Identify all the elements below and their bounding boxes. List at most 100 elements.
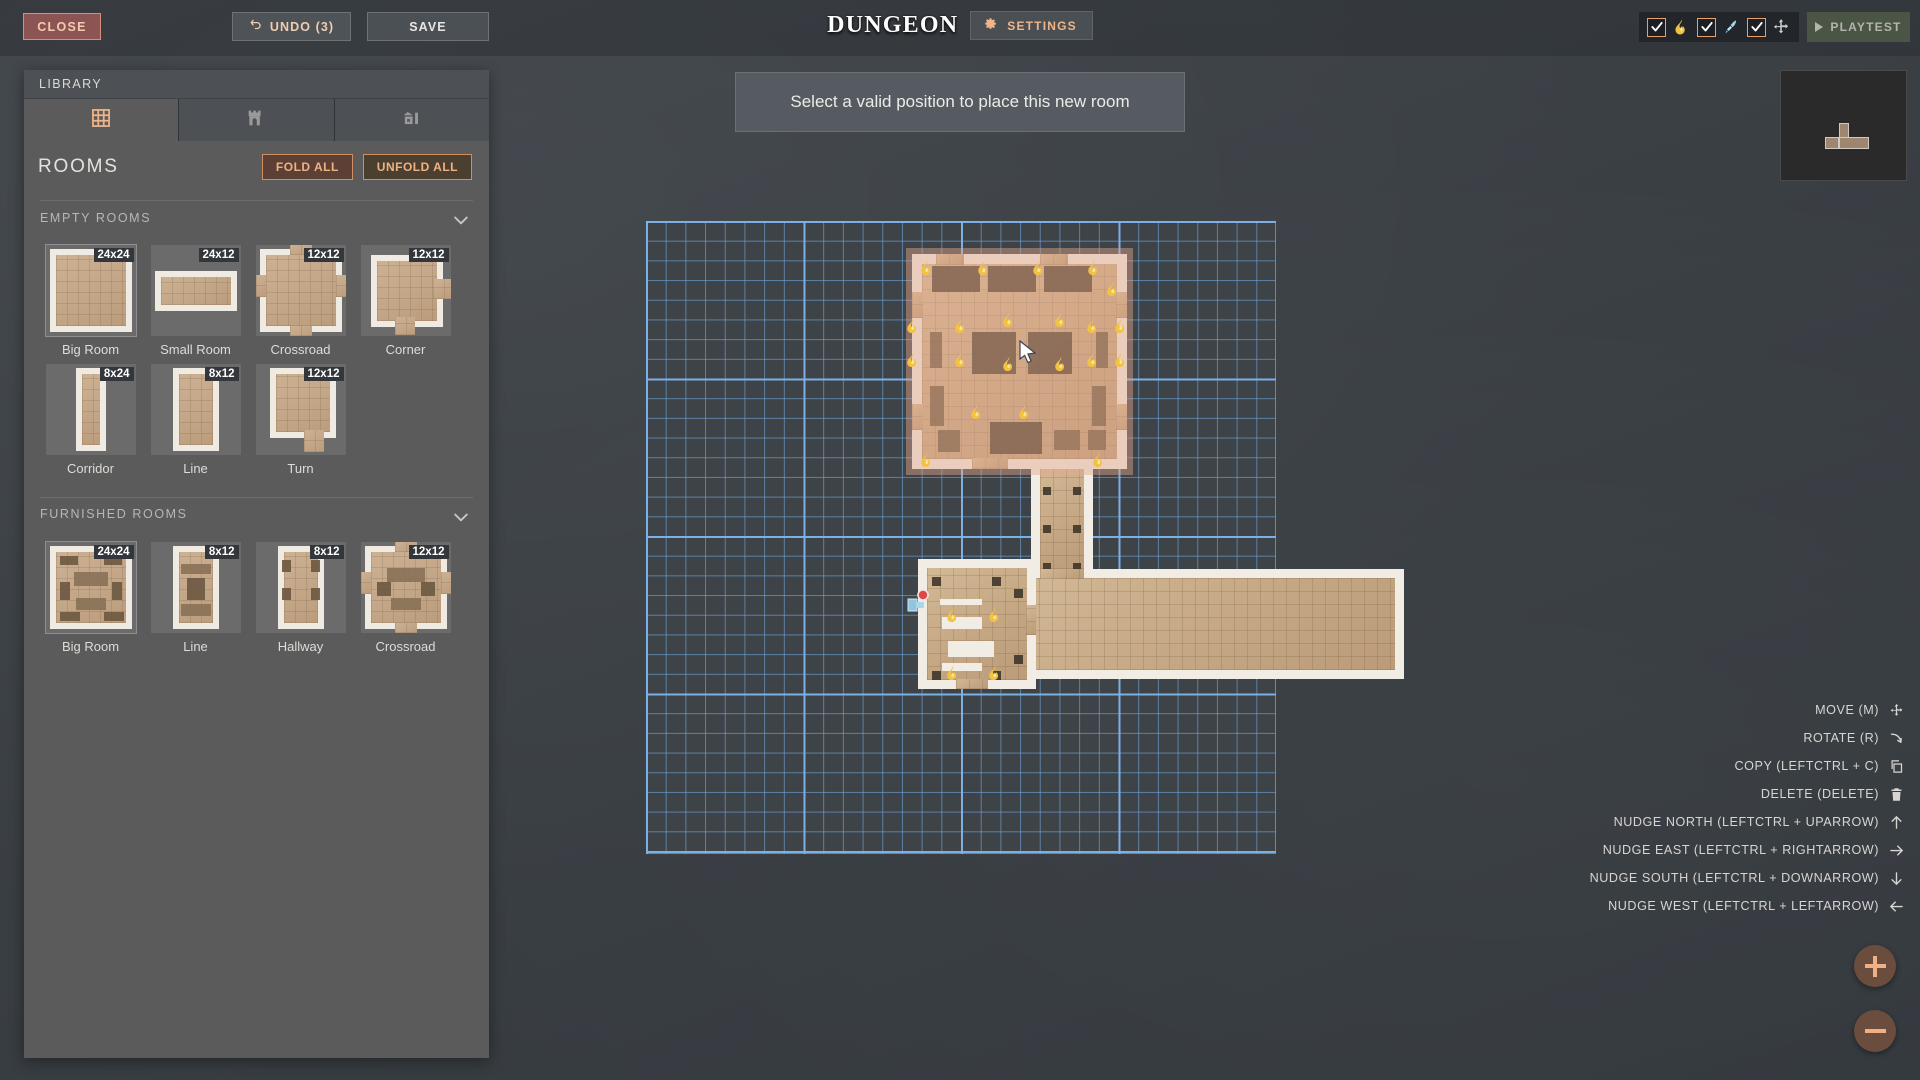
room-card[interactable]: 8x12 Line bbox=[143, 357, 248, 476]
room-size-badge: 8x12 bbox=[309, 544, 344, 559]
status-banner: Select a valid position to place this ne… bbox=[735, 72, 1185, 132]
room-card-label: Line bbox=[183, 461, 208, 477]
room-size-badge: 12x12 bbox=[303, 248, 344, 262]
room-thumbnail: 12x12 bbox=[255, 364, 346, 456]
player-spawn-icon[interactable] bbox=[906, 589, 936, 622]
corridor-stud bbox=[1073, 525, 1081, 533]
room-size-badge: 12x12 bbox=[408, 248, 449, 262]
dungeon-canvas[interactable] bbox=[646, 221, 1404, 854]
castle-tower-icon bbox=[245, 107, 267, 134]
shortcut-label: DELETE (DELETE) bbox=[1760, 787, 1879, 801]
room-card-label: Small Room bbox=[160, 342, 231, 357]
map-piece bbox=[1040, 254, 1068, 265]
minimap-room-block bbox=[1839, 137, 1869, 149]
room-card[interactable]: 8x12 Line bbox=[143, 535, 248, 654]
furniture-slab bbox=[972, 332, 1016, 374]
top-toolbar: CLOSE UNDO (3) SAVE DUNGEON SETTINGS PLA… bbox=[0, 0, 1920, 56]
stud bbox=[932, 671, 941, 680]
furniture-slab bbox=[1054, 430, 1080, 450]
room-thumbnail: 24x12 bbox=[150, 245, 241, 336]
small-room-wall-west bbox=[918, 559, 927, 689]
hall-wall-south bbox=[1004, 670, 1404, 679]
arrow-right-icon bbox=[1888, 842, 1904, 858]
group-header-empty-rooms[interactable]: EMPTY ROOMS bbox=[40, 200, 473, 234]
title-group: DUNGEON SETTINGS bbox=[0, 11, 1920, 40]
map-piece bbox=[912, 292, 923, 318]
furniture-slab bbox=[930, 332, 942, 368]
move-handles-checkbox[interactable] bbox=[1747, 17, 1766, 37]
spawns-checkbox[interactable] bbox=[1697, 17, 1716, 37]
room-size-badge: 24x24 bbox=[93, 544, 134, 559]
page-title: DUNGEON bbox=[827, 12, 959, 38]
rooms-section-bar: ROOMS FOLD ALL UNFOLD ALL bbox=[24, 141, 489, 193]
room-card[interactable]: 12x12 Crossroad bbox=[353, 535, 458, 654]
toggle-torches[interactable] bbox=[1647, 17, 1691, 37]
room-card-label: Hallway bbox=[277, 638, 324, 654]
tab-rooms[interactable] bbox=[24, 99, 180, 141]
room-card[interactable]: 8x24 Corridor bbox=[38, 357, 143, 476]
shortcut-label: NUDGE NORTH (LEFTCTRL + UPARROW) bbox=[1613, 815, 1879, 829]
room-thumbnail: 24x24 bbox=[44, 244, 137, 337]
library-tabs bbox=[24, 99, 489, 141]
settings-label: SETTINGS bbox=[1007, 18, 1077, 33]
library-header: LIBRARY bbox=[24, 70, 489, 99]
playtest-label: PLAYTEST bbox=[1830, 20, 1902, 34]
shortcut-label: ROTATE (R) bbox=[1803, 731, 1879, 745]
shortcut-label: NUDGE EAST (LEFTCTRL + RIGHTARROW) bbox=[1602, 843, 1879, 857]
toggle-move-handles[interactable] bbox=[1747, 17, 1791, 37]
arrow-left-icon bbox=[1888, 898, 1904, 914]
tab-furniture[interactable] bbox=[334, 99, 489, 141]
fold-all-button[interactable]: FOLD ALL bbox=[261, 154, 353, 180]
group-title-empty-rooms: EMPTY ROOMS bbox=[40, 210, 152, 225]
torches-checkbox[interactable] bbox=[1647, 17, 1666, 37]
room-card[interactable]: 12x12 Corner bbox=[353, 238, 458, 357]
unfold-all-button[interactable]: UNFOLD ALL bbox=[362, 154, 472, 180]
small-furniture bbox=[948, 641, 994, 657]
zoom-in-button[interactable] bbox=[1854, 945, 1896, 987]
chevron-down-icon[interactable] bbox=[451, 210, 471, 233]
hall-floor bbox=[1013, 578, 1395, 670]
toggle-spawns[interactable] bbox=[1697, 17, 1741, 37]
room-card-label: Big Room bbox=[61, 638, 120, 654]
room-card[interactable]: 8x12 Hallway bbox=[248, 535, 353, 654]
room-thumbnail: 12x12 bbox=[360, 541, 451, 633]
small-furniture bbox=[942, 663, 982, 671]
room-thumbnail: 8x12 bbox=[150, 364, 241, 456]
furniture-slab bbox=[938, 430, 960, 452]
room-card[interactable]: 24x12 Small Room bbox=[143, 238, 248, 357]
playtest-button[interactable]: PLAYTEST bbox=[1807, 12, 1910, 42]
move-cross-icon bbox=[1771, 17, 1791, 37]
chevron-down-icon[interactable] bbox=[451, 507, 471, 530]
map-piece bbox=[972, 458, 1008, 469]
corridor-stud bbox=[1043, 525, 1051, 533]
play-triangle-icon bbox=[1815, 22, 1824, 32]
minimap[interactable] bbox=[1780, 70, 1907, 181]
corridor-stud bbox=[1043, 487, 1051, 495]
copy-icon bbox=[1888, 758, 1904, 774]
settings-button[interactable]: SETTINGS bbox=[970, 11, 1093, 40]
tab-structures[interactable] bbox=[179, 99, 335, 141]
flame-icon bbox=[1671, 17, 1691, 37]
room-card-label: Corner bbox=[385, 342, 426, 357]
room-card[interactable]: 12x12 Crossroad bbox=[248, 238, 353, 357]
furniture-slab bbox=[930, 386, 944, 426]
furniture-slab bbox=[1092, 386, 1106, 426]
shortcut-row: COPY (LEFTCTRL + C) bbox=[1484, 752, 1904, 780]
group-header-furnished-rooms[interactable]: FURNISHED ROOMS bbox=[40, 496, 473, 531]
library-panel: LIBRARY ROOMS FOLD ALL UNFOLD ALL EMPTY … bbox=[24, 70, 489, 1058]
shortcut-label: NUDGE WEST (LEFTCTRL + LEFTARROW) bbox=[1608, 899, 1879, 913]
move-cross-icon bbox=[1888, 702, 1904, 718]
room-card-label: Turn bbox=[287, 461, 314, 477]
room-card-label: Corridor bbox=[67, 461, 114, 477]
mouse-cursor-arrow bbox=[1018, 339, 1038, 364]
room-card[interactable]: 12x12 Turn bbox=[248, 357, 353, 476]
view-toggles-cluster bbox=[1639, 12, 1799, 42]
zoom-out-button[interactable] bbox=[1854, 1010, 1896, 1052]
dart-icon bbox=[1721, 17, 1741, 37]
shortcut-row: NUDGE WEST (LEFTCTRL + LEFTARROW) bbox=[1484, 892, 1904, 920]
room-card[interactable]: 24x24 Big Room bbox=[38, 238, 143, 357]
shortcut-row: NUDGE NORTH (LEFTCTRL + UPARROW) bbox=[1484, 808, 1904, 836]
room-card-label: Big Room bbox=[61, 342, 120, 357]
room-card[interactable]: 24x24 Big Room bbox=[38, 535, 143, 654]
furniture-slab bbox=[932, 266, 980, 292]
